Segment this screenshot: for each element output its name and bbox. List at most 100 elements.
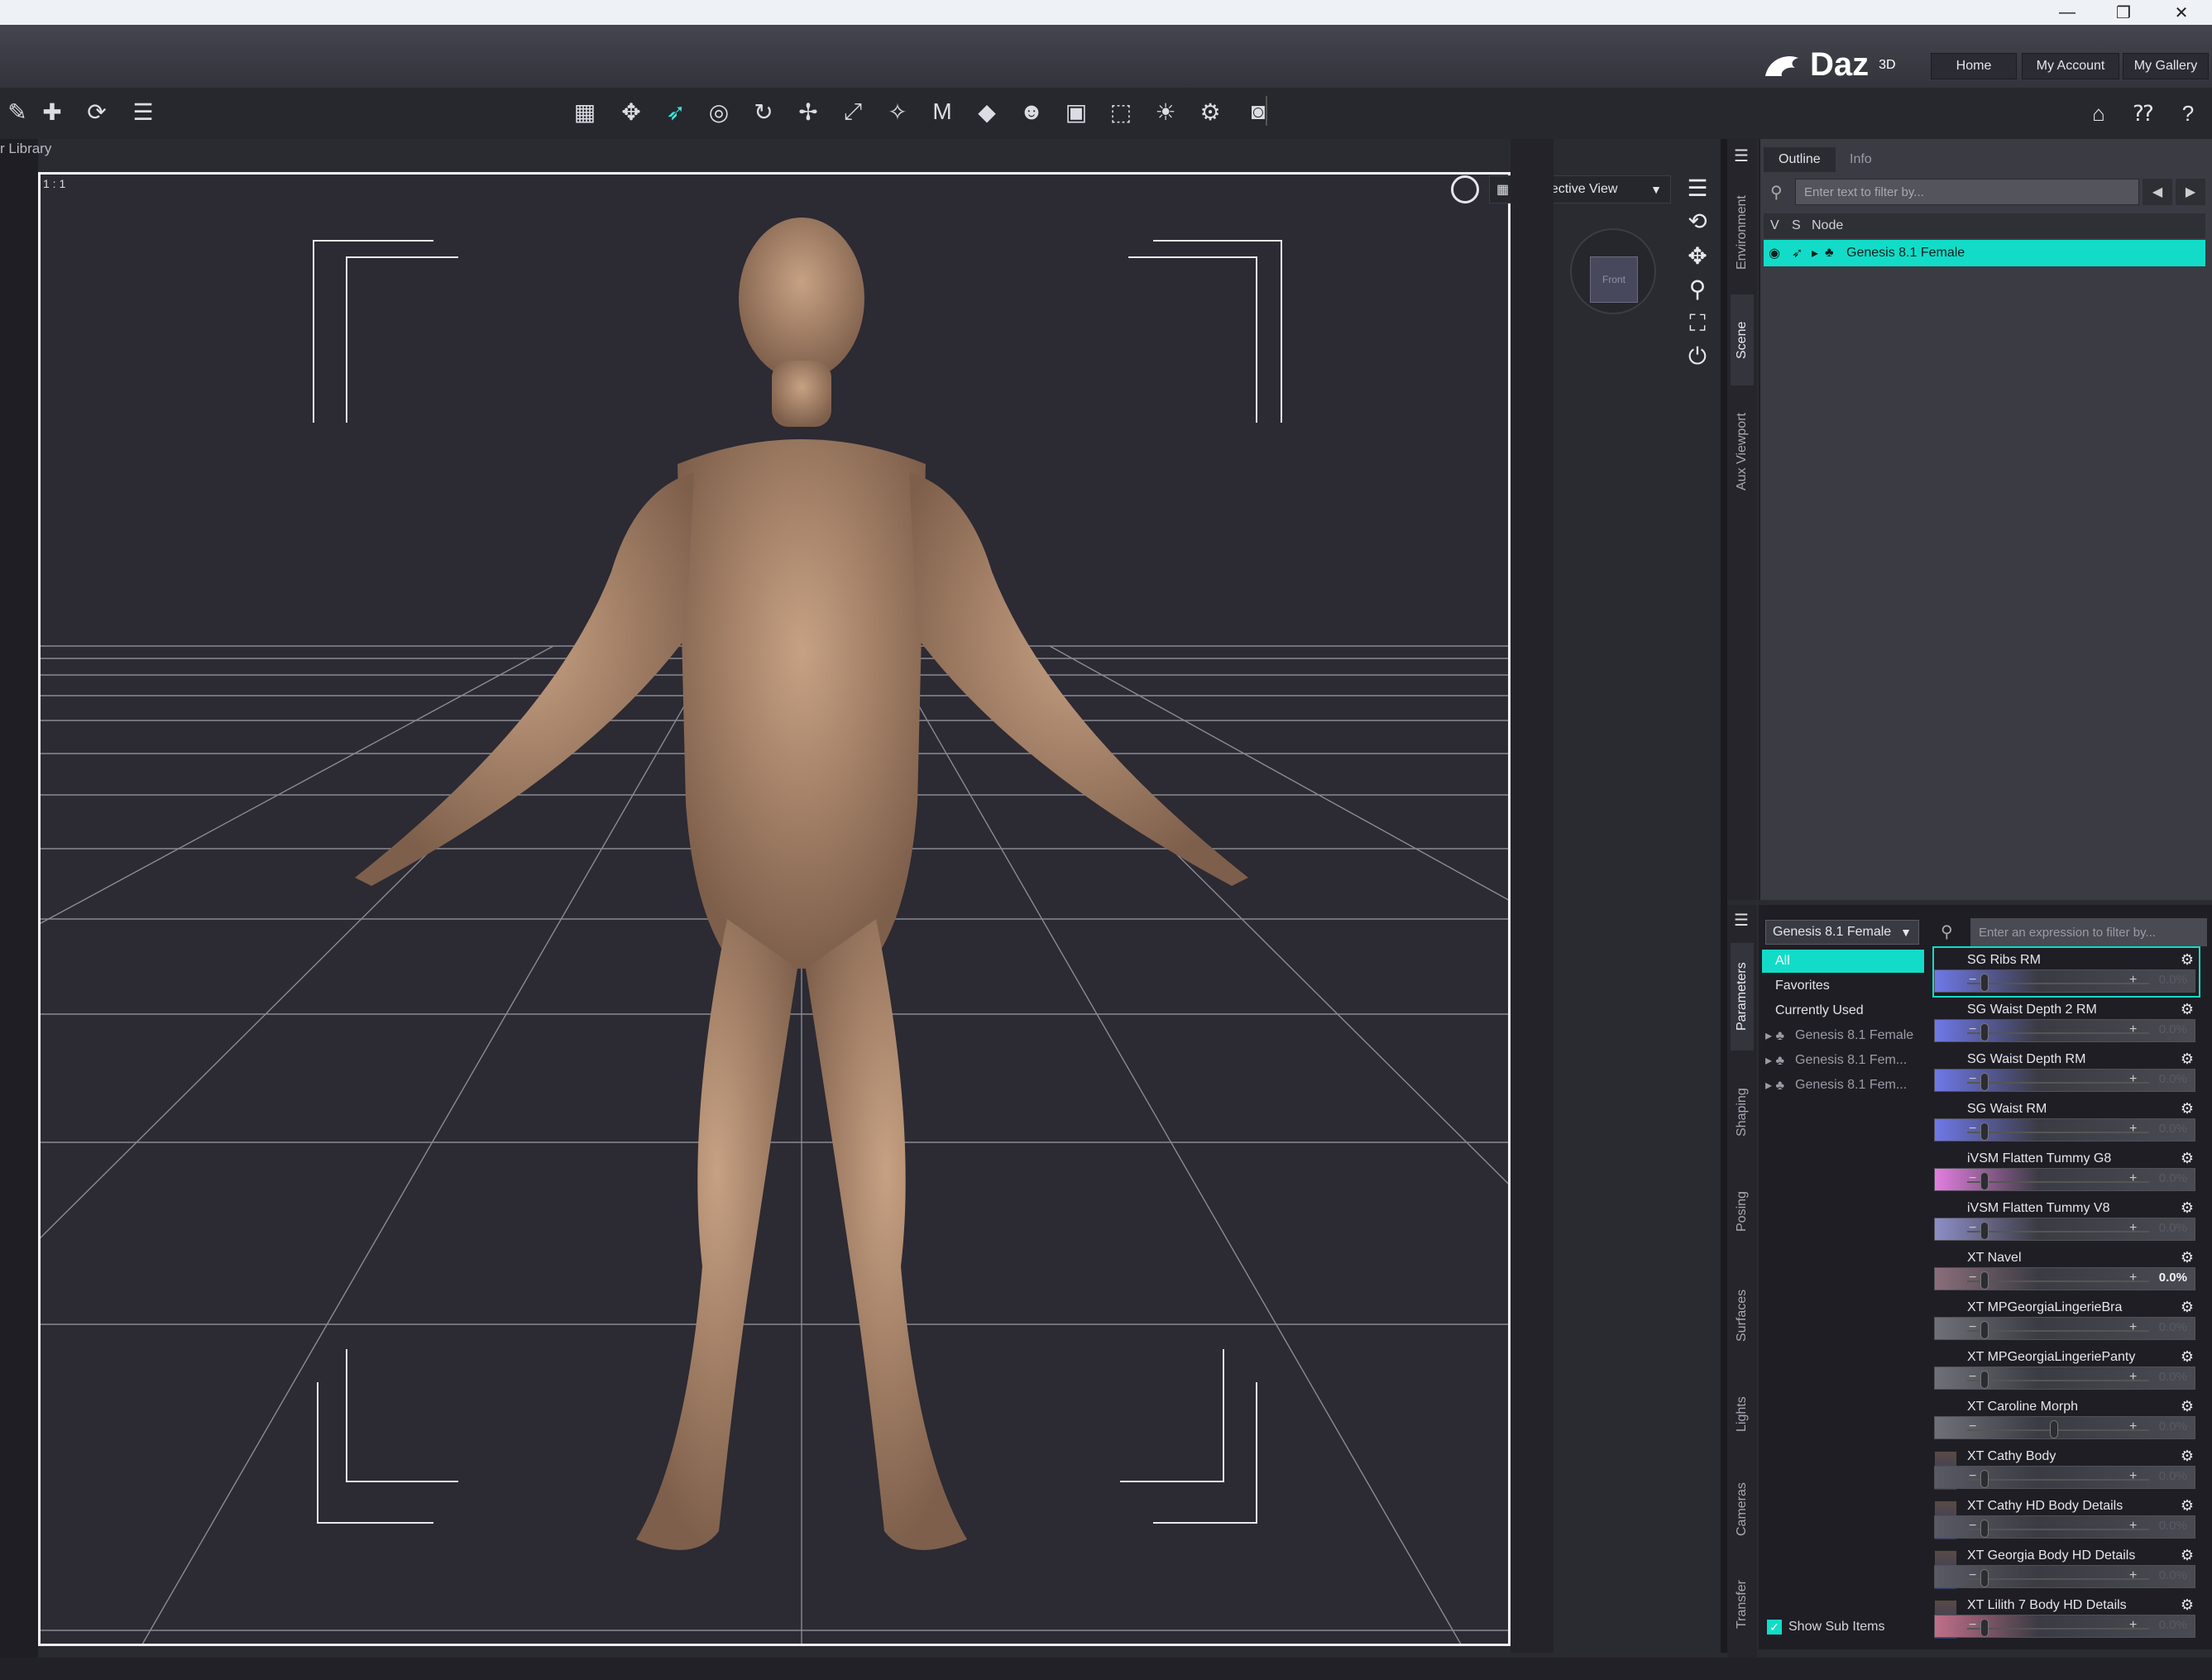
region-select-icon[interactable]: ⬚ [1104, 94, 1138, 129]
select-arrow-icon[interactable]: ➶ [1792, 245, 1812, 261]
parameter-slider[interactable]: iVSM Flatten Tummy G8 ⚙ − +0.0% [1934, 1146, 2199, 1194]
minimize-button[interactable]: — [2043, 0, 2091, 25]
group-node-1[interactable]: ▸ ♣ Genesis 8.1 Female [1762, 1024, 1924, 1047]
viewport[interactable] [38, 172, 1511, 1646]
my-gallery-button[interactable]: My Gallery [2123, 53, 2209, 79]
home-button[interactable]: Home [1931, 53, 2017, 79]
parameter-slider[interactable]: SG Waist Depth RM ⚙ − +0.0% [1934, 1047, 2199, 1095]
surface-selection-icon[interactable]: ◆ [970, 94, 1004, 129]
slider-knob[interactable] [1980, 1371, 1989, 1389]
increment-icon[interactable]: + [2129, 1519, 2137, 1534]
checkbox-icon[interactable]: ✓ [1767, 1620, 1782, 1635]
restore-button[interactable]: ❐ [2099, 0, 2147, 25]
gear-icon[interactable]: ⚙ [2181, 1001, 2194, 1018]
view-cube-face[interactable]: Front [1590, 256, 1638, 303]
pin-tool-icon[interactable]: ✎ [0, 94, 35, 129]
gear-icon[interactable]: ⚙ [2181, 1199, 2194, 1217]
parameter-slider[interactable]: SG Ribs RM ⚙ − +0.0% [1932, 946, 2200, 998]
tab-cameras[interactable]: Cameras [1731, 1464, 1754, 1555]
parameter-value[interactable]: 0.0% [2159, 1519, 2187, 1533]
gear-icon[interactable]: ⚙ [2181, 1051, 2194, 1068]
frame-icon[interactable]: ⛶ [1678, 308, 1717, 339]
parameter-value[interactable]: 0.0% [2159, 1171, 2187, 1185]
slider-knob[interactable] [1980, 1023, 1989, 1041]
parameter-value[interactable]: 0.0% [2159, 1271, 2187, 1285]
parameter-value[interactable]: 0.0% [2159, 973, 2187, 987]
increment-icon[interactable]: + [2129, 1221, 2137, 1236]
decrement-icon[interactable]: − [1969, 1122, 1976, 1137]
group-all[interactable]: All [1762, 950, 1924, 973]
column-selectable[interactable]: S [1792, 218, 1812, 233]
active-pose-icon[interactable]: ✧ [880, 94, 915, 129]
grid-tool-icon[interactable]: ▦ [567, 94, 602, 129]
gear-icon[interactable]: ⚙ [2181, 1398, 2194, 1415]
parameter-value[interactable]: 0.0% [2159, 1221, 2187, 1235]
translate-tool-icon[interactable]: ✢ [791, 94, 826, 129]
column-visible[interactable]: V [1770, 218, 1792, 233]
increment-icon[interactable]: + [2129, 1072, 2137, 1087]
increment-icon[interactable]: + [2129, 973, 2137, 988]
parameter-value[interactable]: 0.0% [2159, 1419, 2187, 1434]
decrement-icon[interactable]: − [1969, 1271, 1976, 1285]
group-currently-used[interactable]: Currently Used [1762, 999, 1924, 1022]
slider-knob[interactable] [2050, 1420, 2058, 1438]
gear-icon[interactable]: ⚙ [2181, 1299, 2194, 1316]
gear-icon[interactable]: ⚙ [2181, 951, 2194, 969]
expand-arrow-icon[interactable]: ▸ [1812, 245, 1825, 261]
increment-icon[interactable]: + [2129, 1122, 2137, 1137]
pane-menu-icon-2[interactable]: ☰ [1734, 910, 1749, 931]
gear-icon[interactable]: ⚙ [2181, 1348, 2194, 1366]
parameter-slider[interactable]: iVSM Flatten Tummy V8 ⚙ − +0.0% [1934, 1196, 2199, 1244]
parameter-slider[interactable]: XT MPGeorgiaLingeriePanty ⚙ − +0.0% [1934, 1345, 2199, 1393]
gear-icon[interactable]: ⚙ [2181, 1448, 2194, 1465]
gear-icon[interactable]: ⚙ [2181, 1100, 2194, 1118]
parameter-value[interactable]: 0.0% [2159, 1618, 2187, 1632]
decrement-icon[interactable]: − [1969, 1469, 1976, 1484]
group-node-3[interactable]: ▸ ♣ Genesis 8.1 Fem... [1762, 1074, 1924, 1097]
decrement-icon[interactable]: − [1969, 973, 1976, 988]
universal-tool-icon[interactable]: ✥ [614, 94, 649, 129]
viewport-menu-icon[interactable]: ☰ [1678, 172, 1717, 203]
parameter-slider[interactable]: XT Georgia Body HD Details ⚙ − +0.0% [1934, 1544, 2199, 1591]
library-tab-label[interactable]: r Library [0, 141, 51, 157]
rotate-tool-icon[interactable]: ↻ [746, 94, 781, 129]
decrement-icon[interactable]: − [1969, 1568, 1976, 1583]
slider-knob[interactable] [1980, 1520, 1989, 1538]
parameter-value[interactable]: 0.0% [2159, 1320, 2187, 1334]
render-preview-icon[interactable] [1451, 175, 1479, 203]
decrement-icon[interactable]: − [1969, 1419, 1976, 1434]
decrement-icon[interactable]: − [1969, 1320, 1976, 1335]
tab-parameters[interactable]: Parameters [1731, 943, 1754, 1051]
decrement-icon[interactable]: − [1969, 1072, 1976, 1087]
decrement-icon[interactable]: − [1969, 1171, 1976, 1186]
decrement-icon[interactable]: − [1969, 1370, 1976, 1385]
gear-icon[interactable]: ⚙ [2181, 1150, 2194, 1167]
pane-divider[interactable] [1721, 139, 1727, 1653]
param-filter-input[interactable]: Enter an expression to filter by... [1970, 918, 2207, 946]
column-node[interactable]: Node [1812, 218, 1843, 233]
decrement-icon[interactable]: − [1969, 1519, 1976, 1534]
pan-icon[interactable]: ✥ [1678, 240, 1717, 271]
next-arrow-icon[interactable]: ▶ [2176, 179, 2205, 205]
parameter-value[interactable]: 0.0% [2159, 1568, 2187, 1582]
slider-knob[interactable] [1980, 1271, 1989, 1290]
transform-gizmo-icon[interactable]: ⟳ [79, 94, 114, 129]
node-select-icon[interactable]: ➶ [658, 94, 693, 129]
scale-tool-icon[interactable]: ⤢ [835, 94, 870, 129]
tab-info[interactable]: Info [1835, 147, 1887, 172]
figure-tool-icon[interactable]: ☻ [1014, 94, 1049, 129]
joint-editor-icon[interactable]: ◎ [701, 94, 736, 129]
slider-knob[interactable] [1980, 1073, 1989, 1091]
gear-icon[interactable]: ⚙ [2181, 1249, 2194, 1266]
increment-icon[interactable]: + [2129, 1022, 2137, 1037]
parameter-slider[interactable]: XT Caroline Morph ⚙ − +0.0% [1934, 1395, 2199, 1443]
orbit-icon[interactable]: ⟲ [1678, 205, 1717, 237]
zoom-icon[interactable]: ⚲ [1678, 273, 1717, 304]
render-settings-icon[interactable]: ⚙ [1193, 94, 1228, 129]
home-dir-icon[interactable]: ⌂ [2083, 98, 2114, 129]
parameter-slider[interactable]: SG Waist RM ⚙ − +0.0% [1934, 1097, 2199, 1145]
parameter-value[interactable]: 0.0% [2159, 1072, 2187, 1086]
parameter-slider[interactable]: XT Cathy HD Body Details ⚙ − +0.0% [1934, 1494, 2199, 1542]
tab-outline[interactable]: Outline [1764, 147, 1836, 172]
show-sub-items-toggle[interactable]: ✓ Show Sub Items [1767, 1620, 1885, 1635]
